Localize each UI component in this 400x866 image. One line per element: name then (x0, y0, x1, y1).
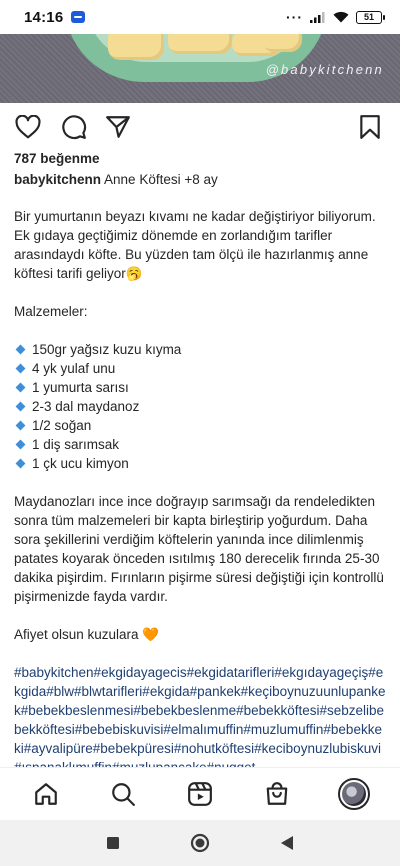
post-title: Anne Köftesi +8 ay (101, 172, 218, 187)
profile-tab[interactable] (334, 774, 374, 814)
caption-body: Bir yumurtanın beyazı kıvamı ne kadar de… (14, 207, 386, 767)
diamond-bullet-icon (15, 439, 26, 450)
system-navigation (0, 820, 400, 866)
caption-viewport: Bir yumurtanın beyazı kıvamı ne kadar de… (0, 207, 400, 767)
shopping-bag-icon[interactable] (257, 774, 297, 814)
reels-icon[interactable] (180, 774, 220, 814)
wifi-icon (333, 11, 349, 23)
diamond-bullet-icon (15, 458, 26, 469)
list-item: 150gr yağsız kuzu kıyma (14, 340, 386, 359)
list-item: 1 yumurta sarısı (14, 378, 386, 397)
list-item: 4 yk yulaf unu (14, 359, 386, 378)
diamond-bullet-icon (15, 344, 26, 355)
diamond-bullet-icon (15, 401, 26, 412)
caption-closing: Afiyet olsun kuzulara 🧡 (14, 627, 160, 642)
diamond-bullet-icon (15, 363, 26, 374)
post-actions (0, 110, 400, 144)
list-item: 1/2 soğan (14, 416, 386, 435)
home-icon[interactable] (26, 774, 66, 814)
heart-icon[interactable] (14, 113, 42, 141)
diamond-bullet-icon (15, 420, 26, 431)
triangle-back-icon[interactable] (267, 823, 307, 863)
caption-header: babykitchenn Anne Köftesi +8 ay (14, 172, 218, 187)
battery-icon: 51 (356, 10, 385, 24)
more-notifications-icon: ··· (286, 9, 303, 25)
caption-method: Maydanozları ince ince doğrayıp sarımsağ… (14, 494, 384, 604)
app-notification-icon (71, 11, 86, 23)
bottom-navigation (0, 767, 400, 819)
comment-icon[interactable] (60, 113, 88, 141)
hashtag-links[interactable]: #babykitchen#ekgidayagecis#ekgidatarifle… (14, 663, 386, 767)
like-count[interactable]: 787 beğenme (14, 151, 100, 166)
square-icon[interactable] (93, 823, 133, 863)
search-icon[interactable] (103, 774, 143, 814)
send-icon[interactable] (104, 113, 132, 141)
list-item: 1 çk ucu kimyon (14, 454, 386, 473)
status-bar: 14:16 ··· 51 (0, 0, 400, 34)
avatar (337, 777, 370, 810)
status-time: 14:16 (24, 8, 64, 26)
list-item: 2-3 dal maydanoz (14, 397, 386, 416)
image-watermark: @babykitchenn (265, 62, 384, 77)
caption-intro: Bir yumurtanın beyazı kıvamı ne kadar de… (14, 209, 376, 281)
username-link[interactable]: babykitchenn (14, 172, 101, 187)
diamond-bullet-icon (15, 382, 26, 393)
bookmark-icon[interactable] (356, 113, 384, 141)
ingredients-title: Malzemeler: (14, 304, 88, 319)
list-item: 1 diş sarımsak (14, 435, 386, 454)
circle-icon[interactable] (180, 823, 220, 863)
signal-icon (310, 12, 325, 23)
